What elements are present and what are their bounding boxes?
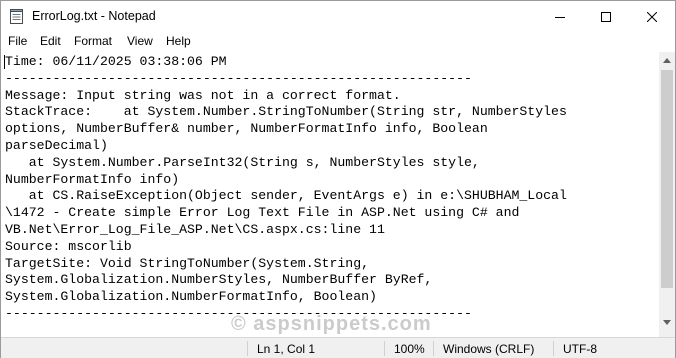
editor-line: Time: 06/11/2025 03:38:06 PM [5,54,227,69]
menu-file[interactable]: File [8,34,27,48]
cursor-position: Ln 1, Col 1 [257,342,316,356]
editor-line: System.Globalization.NumberStyles, Numbe… [5,272,433,288]
notepad-window: ErrorLog.txt - Notepad File Edit Format … [0,0,676,358]
menu-format[interactable]: Format [74,34,112,48]
editor-line: at CS.RaiseException(Object sender, Even… [5,188,567,204]
editor-text[interactable]: Time: 06/11/2025 03:38:06 PM ------------… [2,52,659,323]
zoom-level: 100% [394,342,425,356]
editor-line: at System.Number.ParseInt32(String s, Nu… [5,154,480,170]
status-separator [553,341,554,356]
menu-edit[interactable]: Edit [40,34,61,48]
status-separator [384,341,385,356]
title-bar[interactable]: ErrorLog.txt - Notepad [1,1,675,32]
minimize-button[interactable] [537,1,583,32]
chevron-up-icon [663,58,671,63]
menu-help[interactable]: Help [166,34,191,48]
editor-line: NumberFormatInfo info) [5,171,180,187]
line-ending: Windows (CRLF) [443,342,535,356]
editor-line: Message: Input string was not in a corre… [5,87,401,103]
scroll-up-button[interactable] [659,52,675,69]
editor-line: \1472 - Create simple Error Log Text Fil… [5,205,520,221]
status-separator [247,341,248,356]
editor-line: TargetSite: Void StringToNumber(System.S… [5,255,370,271]
notepad-app-icon [10,9,23,24]
close-button[interactable] [629,1,675,32]
minimize-icon [555,16,565,18]
editor-line: Source: mscorlib [5,238,132,254]
editor-line: ----------------------------------------… [5,70,472,86]
text-caret [4,55,5,69]
editor-line: System.Globalization.NumberFormatInfo, B… [5,289,377,305]
maximize-button[interactable] [583,1,629,32]
watermark: © aspsnippets.com [231,313,432,335]
encoding: UTF-8 [563,342,597,356]
scroll-down-button[interactable] [659,314,675,331]
scroll-thumb[interactable] [661,70,673,288]
menu-bar: File Edit Format View Help [1,32,675,52]
window-title: ErrorLog.txt - Notepad [32,9,156,23]
chevron-down-icon [663,320,671,325]
status-bar: Ln 1, Col 1 100% Windows (CRLF) UTF-8 [1,337,675,358]
status-separator [433,341,434,356]
editor-line: VB.Net\Error_Log_File_ASP.Net\CS.aspx.cs… [5,221,385,237]
vertical-scrollbar[interactable] [659,52,675,338]
editor-line: options, NumberBuffer& number, NumberFor… [5,121,488,137]
editor-line: StackTrace: at System.Number.StringToNum… [5,104,567,120]
close-icon [647,11,657,22]
maximize-icon [601,11,611,22]
menu-view[interactable]: View [127,34,153,48]
editor-line: parseDecimal) [5,137,108,153]
text-editor[interactable]: Time: 06/11/2025 03:38:06 PM ------------… [2,52,659,330]
